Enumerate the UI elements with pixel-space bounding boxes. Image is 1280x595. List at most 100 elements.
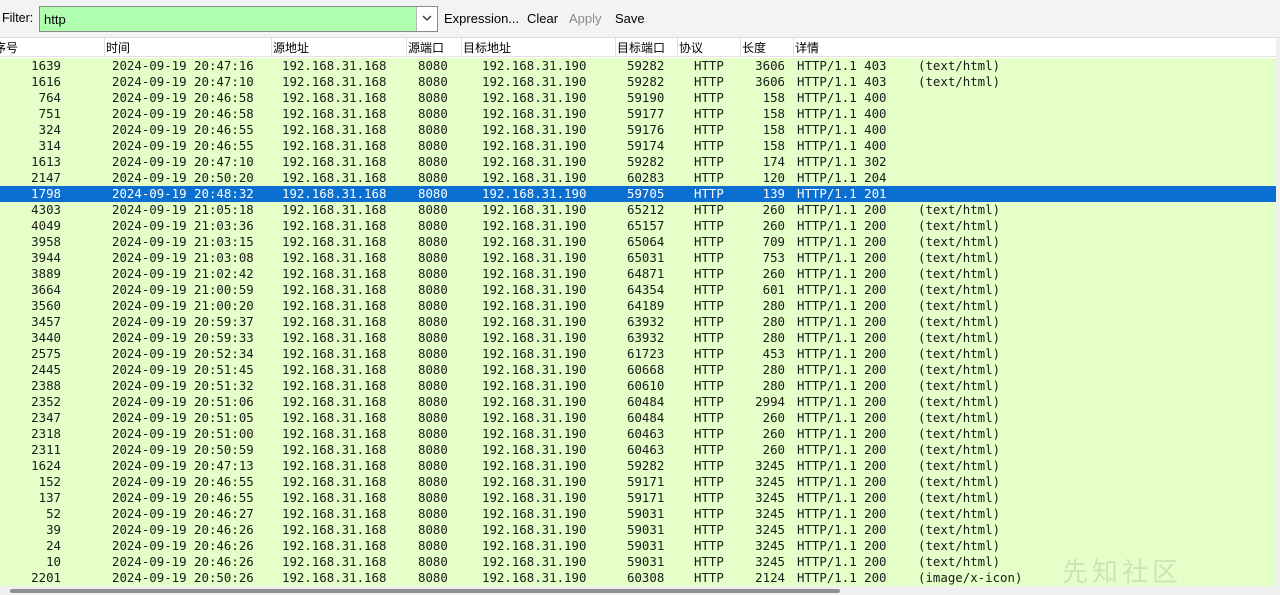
column-divider[interactable] [615, 38, 616, 56]
column-divider[interactable] [104, 38, 105, 56]
apply-button[interactable]: Apply [569, 11, 602, 26]
cell-content-type [918, 170, 1048, 186]
packet-row[interactable]: 2388 2024-09-19 20:51:32 192.168.31.168 808… [0, 378, 1276, 394]
filter-dropdown-button[interactable] [416, 7, 437, 31]
column-divider[interactable] [461, 38, 462, 56]
cell-destination: 192.168.31.190 [482, 570, 587, 585]
packet-row[interactable]: 4049 2024-09-19 21:03:36 192.168.31.168 808… [0, 218, 1276, 234]
packet-row[interactable]: 52 2024-09-19 20:46:27 192.168.31.168 8080 1… [0, 506, 1276, 522]
packet-row[interactable]: 764 2024-09-19 20:46:58 192.168.31.168 8080… [0, 90, 1276, 106]
packet-row[interactable]: 3944 2024-09-19 21:03:08 192.168.31.168 808… [0, 250, 1276, 266]
cell-destination: 192.168.31.190 [482, 138, 587, 153]
filter-label: Filter: [2, 11, 34, 25]
column-header-length[interactable]: 长度 [742, 39, 766, 56]
column-divider[interactable] [271, 38, 272, 56]
cell-time: 2024-09-19 20:46:27 [112, 506, 254, 521]
cell-dst-port: 59171 [627, 474, 665, 489]
cell-destination: 192.168.31.190 [482, 218, 587, 233]
column-header-time[interactable]: 时间 [106, 39, 130, 56]
column-divider[interactable] [406, 38, 407, 56]
filter-combobox[interactable] [39, 6, 438, 32]
cell-no: 2147 [31, 170, 61, 185]
packet-row[interactable]: 324 2024-09-19 20:46:55 192.168.31.168 8080… [0, 122, 1276, 138]
cell-destination: 192.168.31.190 [482, 538, 587, 553]
cell-status: HTTP/1.1 200 [797, 330, 887, 345]
column-header-dst-port[interactable]: 目标端口 [617, 39, 665, 56]
packet-row[interactable]: 2147 2024-09-19 20:50:20 192.168.31.168 808… [0, 170, 1276, 186]
cell-dst-port: 59174 [627, 138, 665, 153]
cell-status: HTTP/1.1 400 [797, 138, 887, 153]
cell-protocol: HTTP [694, 250, 724, 265]
cell-protocol: HTTP [694, 426, 724, 441]
cell-src-port: 8080 [418, 538, 448, 553]
packet-row[interactable]: 3440 2024-09-19 20:59:33 192.168.31.168 808… [0, 330, 1276, 346]
packet-row[interactable]: 152 2024-09-19 20:46:55 192.168.31.168 8080… [0, 474, 1276, 490]
packet-row[interactable]: 1639 2024-09-19 20:47:16 192.168.31.168 808… [0, 58, 1276, 74]
packet-row[interactable]: 1624 2024-09-19 20:47:13 192.168.31.168 808… [0, 458, 1276, 474]
cell-source: 192.168.31.168 [282, 74, 387, 89]
packet-row[interactable]: 137 2024-09-19 20:46:55 192.168.31.168 8080… [0, 490, 1276, 506]
packet-row[interactable]: 2352 2024-09-19 20:51:06 192.168.31.168 808… [0, 394, 1276, 410]
column-header-destination[interactable]: 目标地址 [463, 39, 511, 56]
packet-row[interactable]: 3889 2024-09-19 21:02:42 192.168.31.168 808… [0, 266, 1276, 282]
cell-dst-port: 59031 [627, 522, 665, 537]
packet-row[interactable]: 4303 2024-09-19 21:05:18 192.168.31.168 808… [0, 202, 1276, 218]
packet-row[interactable]: 2445 2024-09-19 20:51:45 192.168.31.168 808… [0, 362, 1276, 378]
packet-row[interactable]: 2311 2024-09-19 20:50:59 192.168.31.168 808… [0, 442, 1276, 458]
packet-row[interactable]: 751 2024-09-19 20:46:58 192.168.31.168 8080… [0, 106, 1276, 122]
cell-time: 2024-09-19 21:03:08 [112, 250, 254, 265]
column-divider[interactable] [793, 38, 794, 56]
cell-dst-port: 65157 [627, 218, 665, 233]
cell-dst-port: 60484 [627, 410, 665, 425]
column-header-protocol[interactable]: 协议 [679, 39, 703, 56]
packet-row[interactable]: 3664 2024-09-19 21:00:59 192.168.31.168 808… [0, 282, 1276, 298]
cell-src-port: 8080 [418, 474, 448, 489]
cell-status: HTTP/1.1 200 [797, 282, 887, 297]
cell-protocol: HTTP [694, 154, 724, 169]
cell-no: 314 [38, 138, 61, 153]
filter-input[interactable] [40, 7, 416, 31]
scrollbar-thumb[interactable] [10, 589, 840, 593]
packet-list[interactable]: 1639 2024-09-19 20:47:16 192.168.31.168 808… [0, 58, 1276, 586]
cell-content-type: (text/html) [918, 58, 1001, 73]
save-button[interactable]: Save [615, 11, 645, 26]
packet-row[interactable]: 314 2024-09-19 20:46:55 192.168.31.168 8080… [0, 138, 1276, 154]
cell-src-port: 8080 [418, 314, 448, 329]
packet-row[interactable]: 3457 2024-09-19 20:59:37 192.168.31.168 808… [0, 314, 1276, 330]
cell-source: 192.168.31.168 [282, 218, 387, 233]
cell-src-port: 8080 [418, 106, 448, 121]
vertical-scrollbar[interactable] [1276, 38, 1280, 586]
cell-dst-port: 60484 [627, 394, 665, 409]
cell-length: 3245 [755, 554, 785, 569]
cell-status: HTTP/1.1 200 [797, 522, 887, 537]
cell-length: 260 [762, 442, 785, 457]
column-header-info[interactable]: 详情 [795, 39, 819, 56]
packet-row[interactable]: 3958 2024-09-19 21:03:15 192.168.31.168 808… [0, 234, 1276, 250]
column-divider[interactable] [677, 38, 678, 56]
cell-protocol: HTTP [694, 170, 724, 185]
cell-length: 3245 [755, 458, 785, 473]
packet-row[interactable]: 3560 2024-09-19 21:00:20 192.168.31.168 808… [0, 298, 1276, 314]
packet-row[interactable]: 2347 2024-09-19 20:51:05 192.168.31.168 808… [0, 410, 1276, 426]
packet-row[interactable]: 2318 2024-09-19 20:51:00 192.168.31.168 808… [0, 426, 1276, 442]
cell-destination: 192.168.31.190 [482, 522, 587, 537]
cell-content-type [918, 138, 1048, 154]
cell-destination: 192.168.31.190 [482, 234, 587, 249]
cell-content-type: (text/html) [918, 234, 1001, 249]
column-header-no[interactable]: 序号 [0, 39, 18, 56]
cell-source: 192.168.31.168 [282, 490, 387, 505]
packet-row[interactable]: 1613 2024-09-19 20:47:10 192.168.31.168 808… [0, 154, 1276, 170]
packet-row[interactable]: 1798 2024-09-19 20:48:32 192.168.31.168 808… [0, 186, 1276, 202]
cell-status: HTTP/1.1 200 [797, 554, 887, 569]
cell-destination: 192.168.31.190 [482, 314, 587, 329]
column-divider[interactable] [740, 38, 741, 56]
expression-button[interactable]: Expression... [444, 11, 519, 26]
packet-row[interactable]: 39 2024-09-19 20:46:26 192.168.31.168 8080 1… [0, 522, 1276, 538]
cell-protocol: HTTP [694, 202, 724, 217]
column-header-source[interactable]: 源地址 [273, 39, 309, 56]
packet-row[interactable]: 1616 2024-09-19 20:47:10 192.168.31.168 808… [0, 74, 1276, 90]
clear-button[interactable]: Clear [527, 11, 558, 26]
column-header-src-port[interactable]: 源端口 [408, 39, 444, 56]
cell-protocol: HTTP [694, 490, 724, 505]
packet-row[interactable]: 2575 2024-09-19 20:52:34 192.168.31.168 808… [0, 346, 1276, 362]
